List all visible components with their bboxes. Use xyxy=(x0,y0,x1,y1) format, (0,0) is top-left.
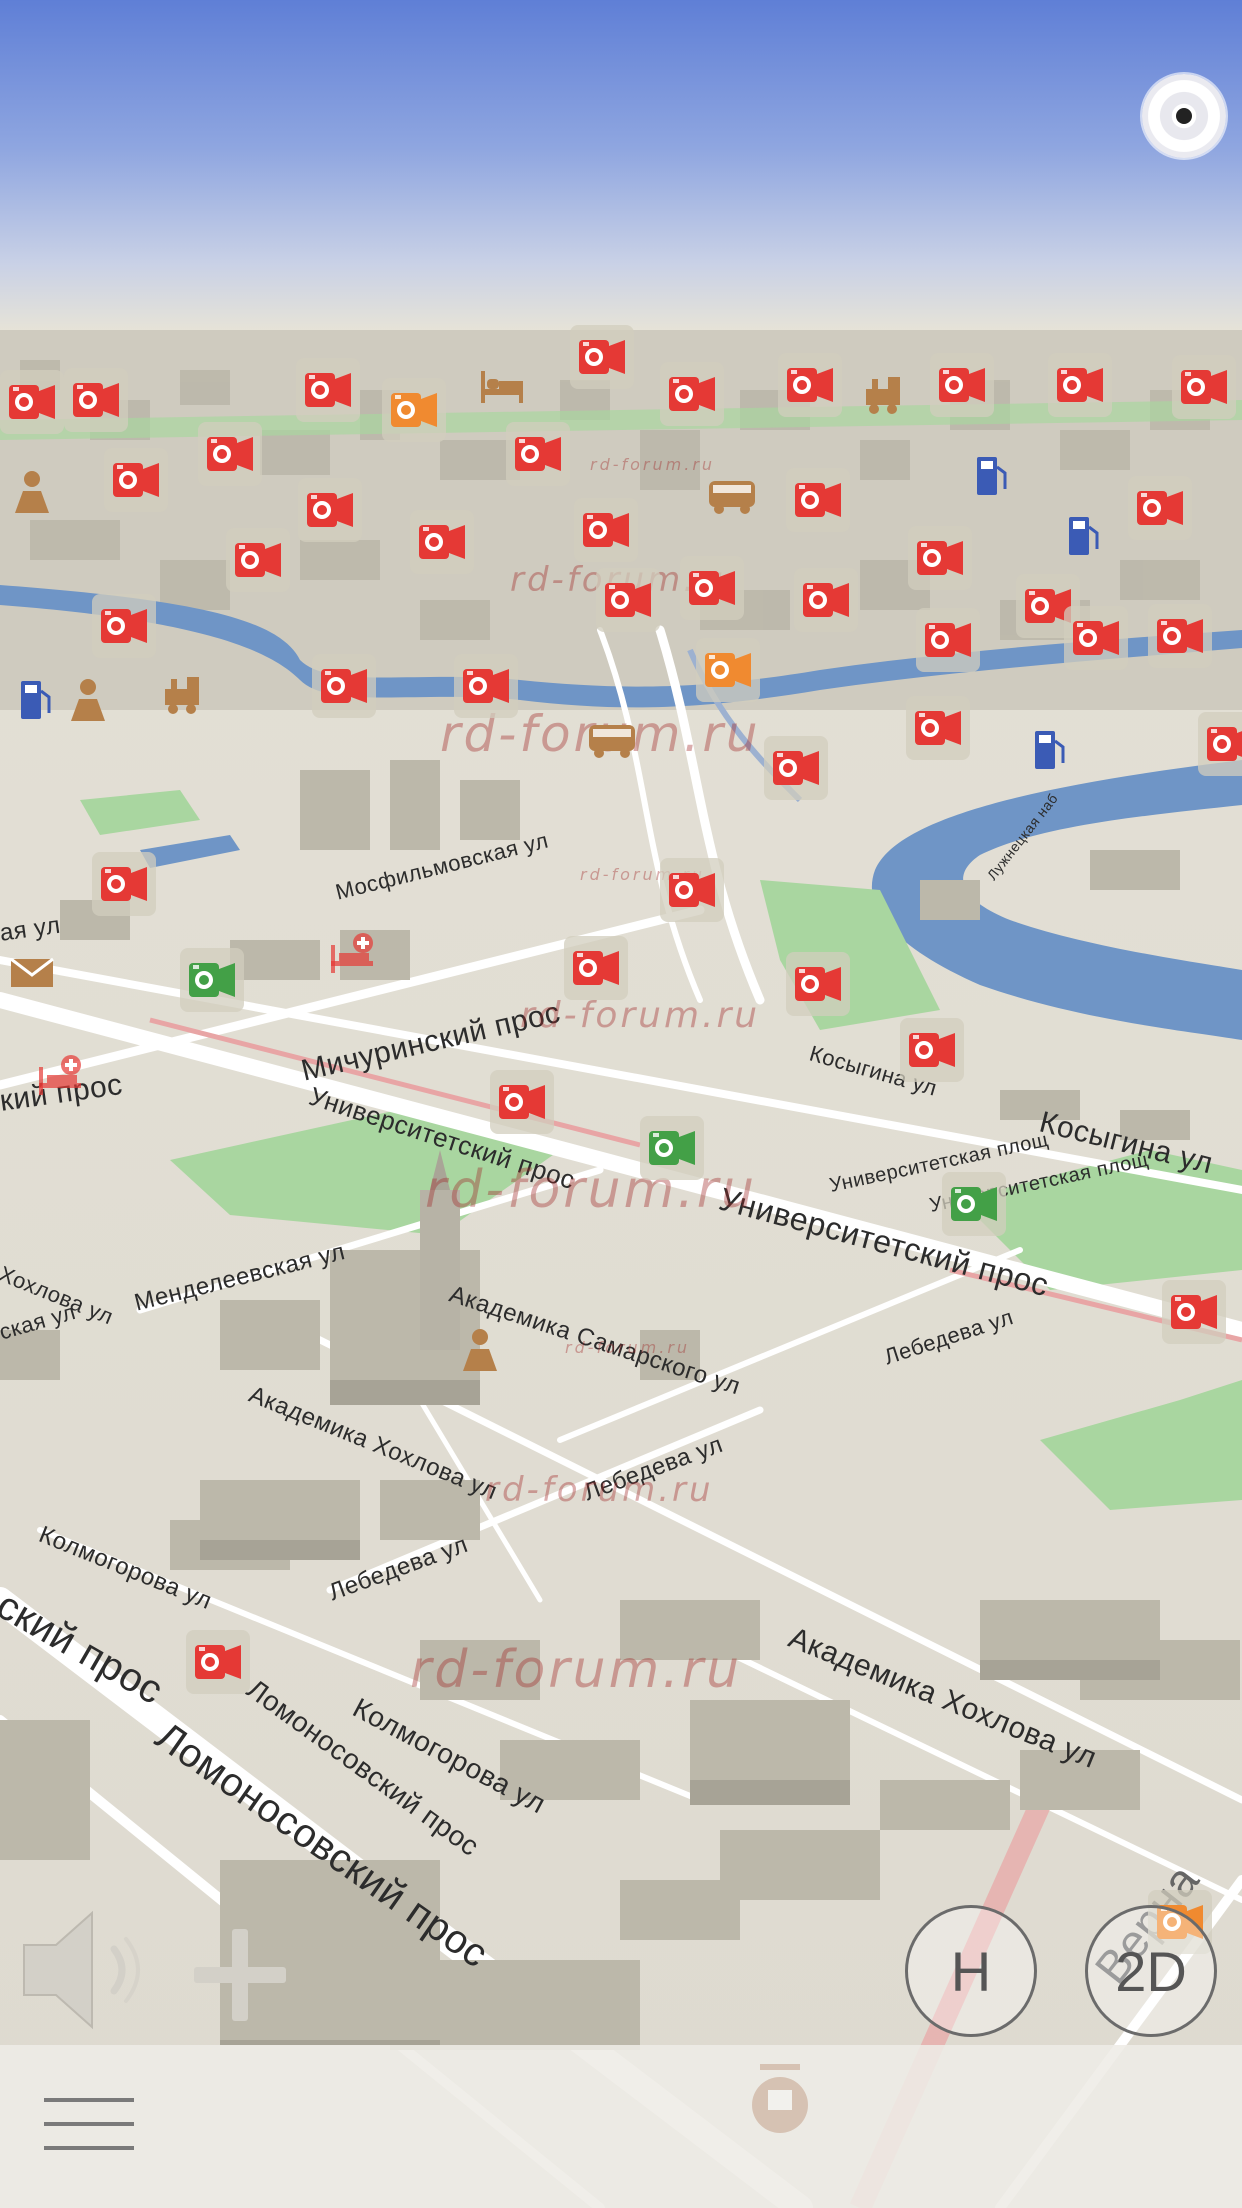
bus-icon[interactable] xyxy=(700,462,764,526)
bus-icon[interactable] xyxy=(580,706,644,770)
heading-button-label: H xyxy=(950,1939,992,2003)
watermark: rd-forum.ru xyxy=(590,455,716,474)
speed-camera-icon[interactable] xyxy=(906,696,970,760)
person-icon[interactable] xyxy=(448,1318,512,1382)
bottom-bar xyxy=(0,2045,1242,2208)
compass-icon[interactable] xyxy=(1142,74,1226,158)
speed-camera-icon[interactable] xyxy=(1128,476,1192,540)
speed-camera-icon[interactable] xyxy=(1048,353,1112,417)
speed-camera-icon[interactable] xyxy=(104,448,168,512)
speed-camera-icon[interactable] xyxy=(312,654,376,718)
speed-camera-icon[interactable] xyxy=(1064,606,1128,670)
speed-camera-icon[interactable] xyxy=(794,568,858,632)
heading-button[interactable]: H xyxy=(905,1905,1037,2037)
hospital-icon[interactable] xyxy=(28,1044,92,1108)
speed-camera-icon[interactable] xyxy=(930,353,994,417)
map-screen: Мосфильмовская ул Мичуринский прос Униве… xyxy=(0,0,1242,2208)
camera-green-icon[interactable] xyxy=(640,1116,704,1180)
speed-camera-icon[interactable] xyxy=(908,526,972,590)
person-icon[interactable] xyxy=(0,460,64,524)
fuel-station-icon[interactable] xyxy=(956,444,1020,508)
watermark: rd-forum.ru xyxy=(520,995,761,1036)
speed-camera-icon[interactable] xyxy=(764,736,828,800)
watermark: rd-forum.ru xyxy=(410,1640,743,1700)
view-mode-button-label: 2D xyxy=(1115,1939,1187,2003)
speed-camera-icon[interactable] xyxy=(0,370,64,434)
speed-camera-icon[interactable] xyxy=(64,368,128,432)
camera-orange-icon[interactable] xyxy=(696,638,760,702)
speed-camera-icon[interactable] xyxy=(1148,604,1212,668)
speed-camera-icon[interactable] xyxy=(410,510,474,574)
speed-camera-icon[interactable] xyxy=(298,478,362,542)
hotel-icon[interactable] xyxy=(470,352,534,416)
speed-camera-icon[interactable] xyxy=(506,422,570,486)
camera-green-icon[interactable] xyxy=(180,948,244,1012)
fuel-station-icon[interactable] xyxy=(0,668,64,732)
watermark: rd-forum.ru xyxy=(485,1470,714,1510)
speaker-icon[interactable] xyxy=(18,1905,148,2035)
speed-camera-icon[interactable] xyxy=(778,353,842,417)
speed-camera-icon[interactable] xyxy=(186,1630,250,1694)
speed-camera-icon[interactable] xyxy=(564,936,628,1000)
speed-camera-icon[interactable] xyxy=(226,528,290,592)
speed-camera-icon[interactable] xyxy=(660,362,724,426)
post-office-icon[interactable] xyxy=(0,940,64,1004)
speed-camera-icon[interactable] xyxy=(574,498,638,562)
speed-camera-icon[interactable] xyxy=(1162,1280,1226,1344)
speed-camera-icon[interactable] xyxy=(1172,355,1236,419)
speed-camera-icon[interactable] xyxy=(490,1070,554,1134)
speed-camera-icon[interactable] xyxy=(680,556,744,620)
speed-camera-icon[interactable] xyxy=(198,422,262,486)
watermark: rd-forum.ru xyxy=(565,1338,691,1357)
speed-camera-icon[interactable] xyxy=(92,594,156,658)
speed-camera-icon[interactable] xyxy=(596,568,660,632)
speed-camera-icon[interactable] xyxy=(1198,712,1242,776)
camera-orange-icon[interactable] xyxy=(382,378,446,442)
speed-camera-icon[interactable] xyxy=(296,358,360,422)
camera-green-icon[interactable] xyxy=(942,1172,1006,1236)
view-mode-button[interactable]: 2D xyxy=(1085,1905,1217,2037)
watermark: rd-forum.ru xyxy=(425,1160,758,1220)
speed-camera-icon[interactable] xyxy=(660,858,724,922)
speed-camera-icon[interactable] xyxy=(92,852,156,916)
train-icon[interactable] xyxy=(855,360,919,424)
speed-camera-icon[interactable] xyxy=(570,325,634,389)
hamburger-icon[interactable] xyxy=(44,2092,136,2162)
person-icon[interactable] xyxy=(56,668,120,732)
plus-icon[interactable] xyxy=(190,1925,290,2025)
fuel-station-icon[interactable] xyxy=(1048,504,1112,568)
hospital-icon[interactable] xyxy=(320,922,384,986)
train-icon[interactable] xyxy=(154,660,218,724)
speed-camera-icon[interactable] xyxy=(786,952,850,1016)
speed-camera-icon[interactable] xyxy=(786,468,850,532)
speed-camera-icon[interactable] xyxy=(454,654,518,718)
train-icon xyxy=(740,2060,820,2150)
speed-camera-icon[interactable] xyxy=(916,608,980,672)
speed-camera-icon[interactable] xyxy=(900,1018,964,1082)
fuel-station-icon[interactable] xyxy=(1014,718,1078,782)
